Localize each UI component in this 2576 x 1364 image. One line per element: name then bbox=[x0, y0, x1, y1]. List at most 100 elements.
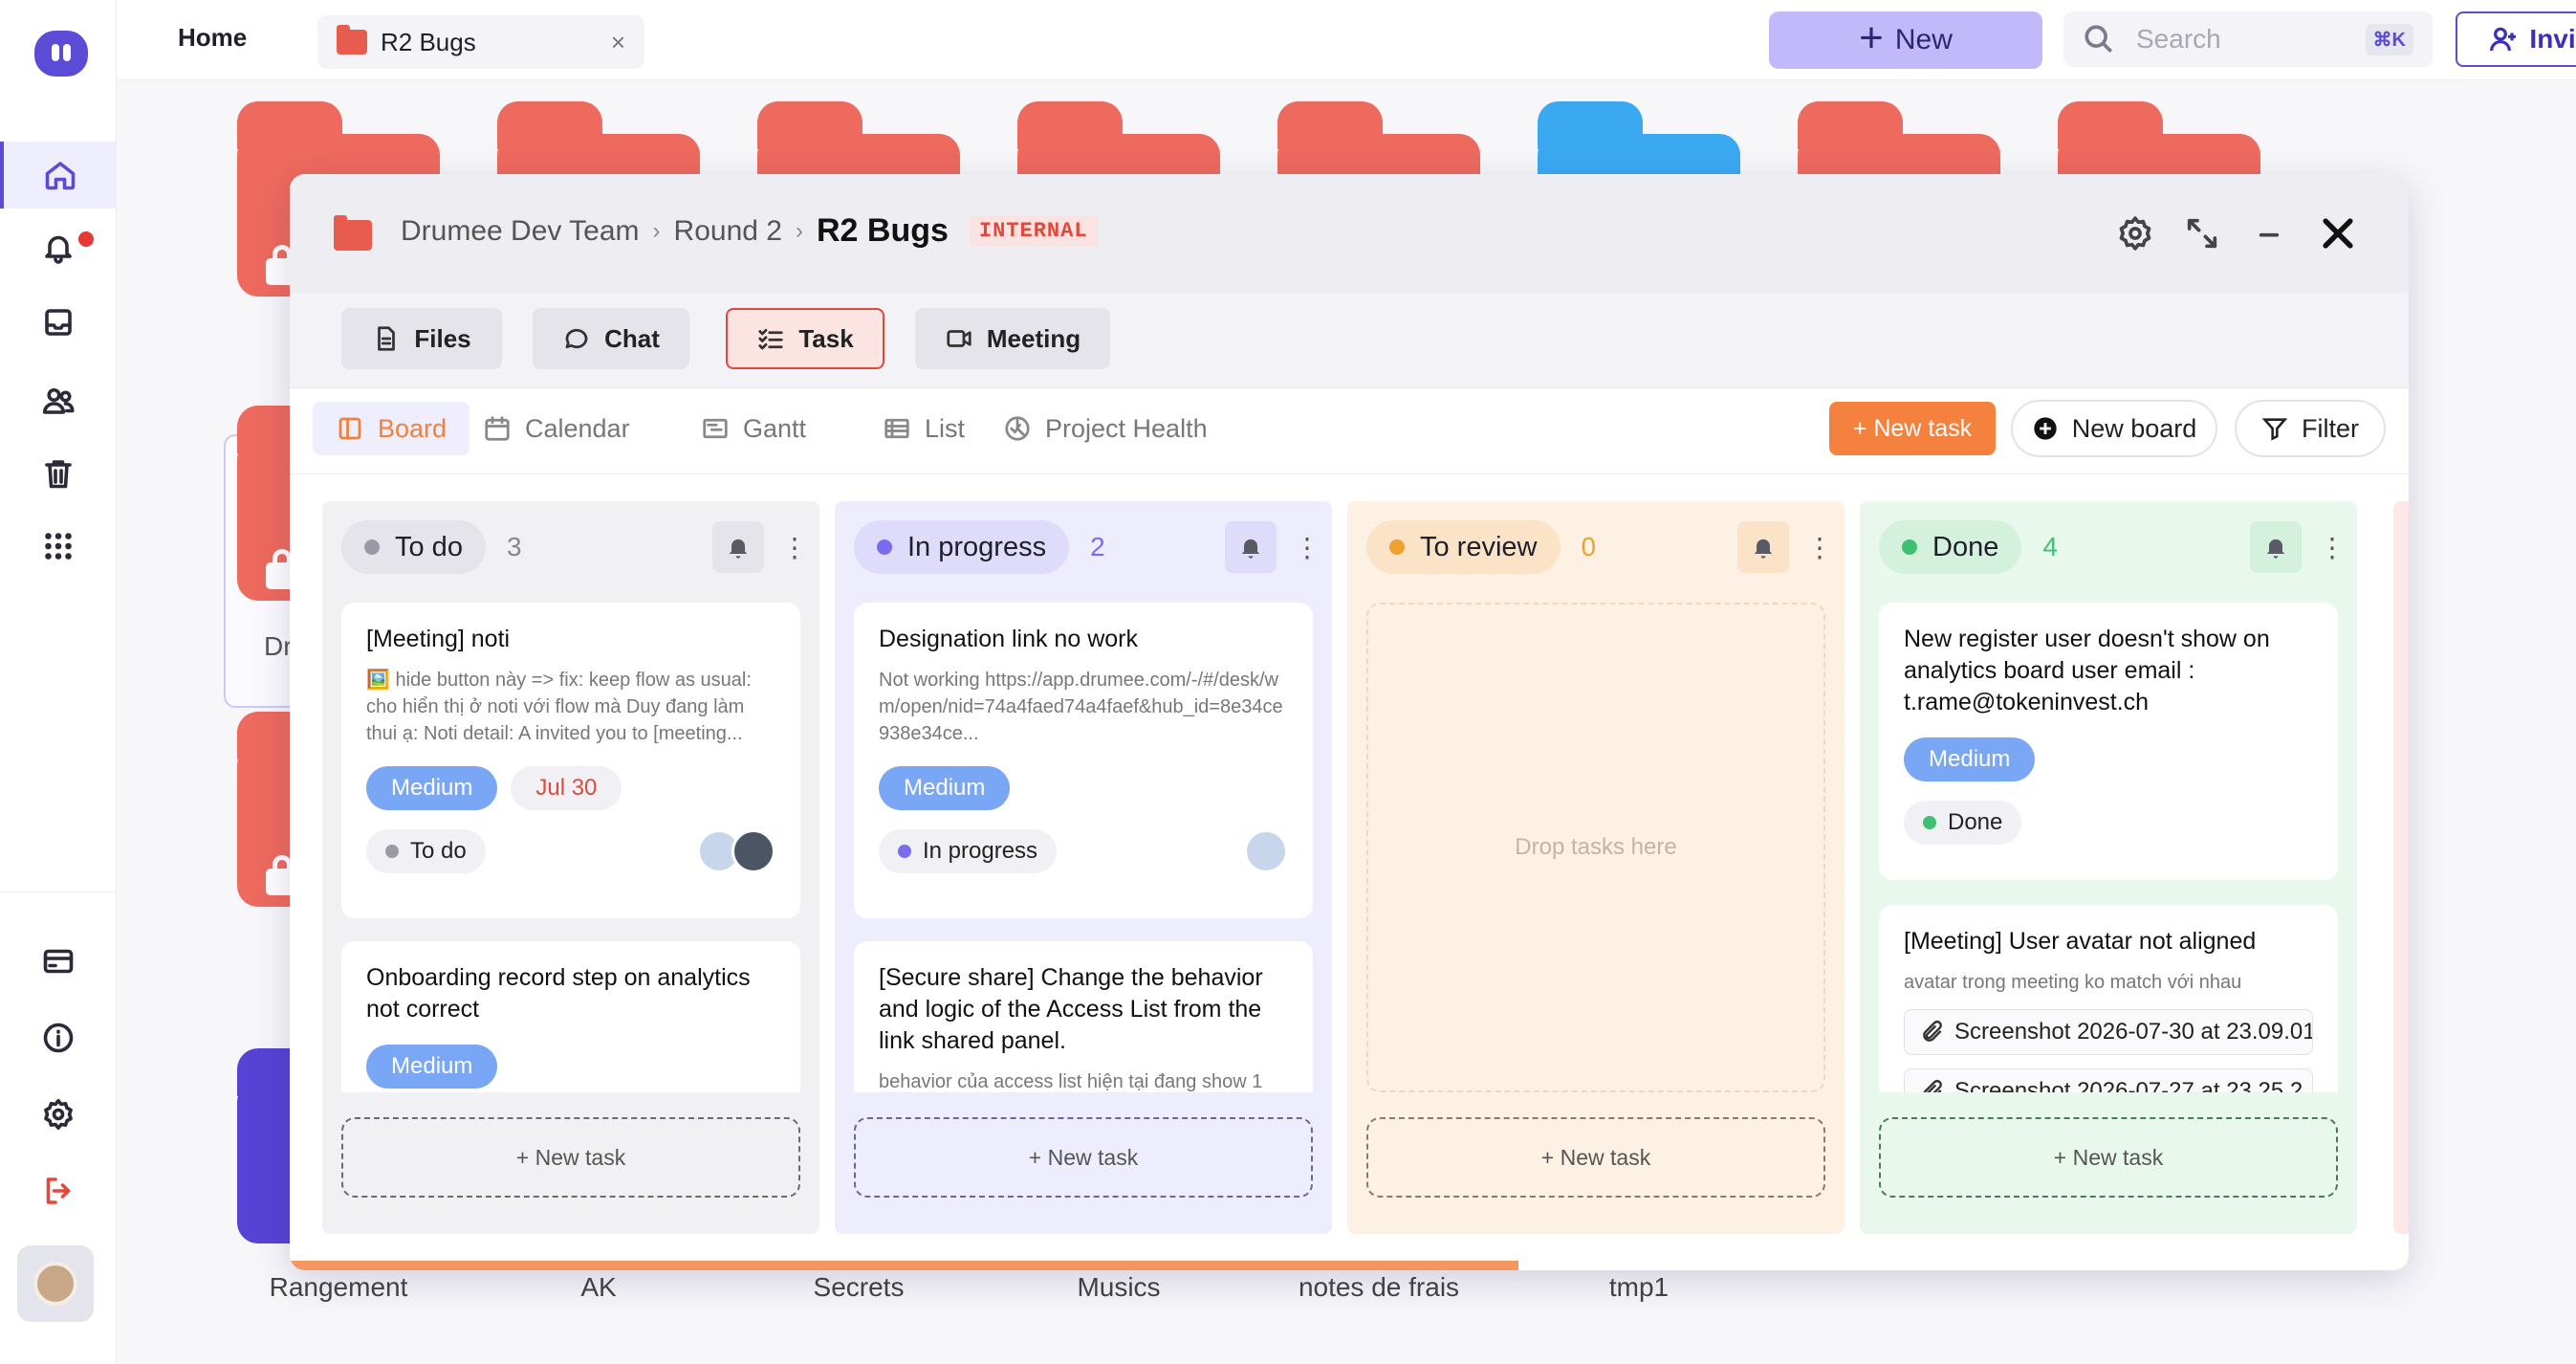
task-description: 🖼️ hide button này => fix: keep flow as … bbox=[366, 670, 752, 744]
open-window-tab[interactable]: R2 Bugs × bbox=[317, 15, 644, 69]
view-gantt[interactable]: Gantt bbox=[678, 402, 829, 455]
due-date-chip[interactable]: Jul 30 bbox=[511, 766, 622, 810]
close-icon[interactable] bbox=[2317, 212, 2359, 259]
column-header: To review 0 ⋮ bbox=[1366, 520, 1833, 574]
task-card[interactable]: [Meeting] noti 🖼️ hide button này => fix… bbox=[341, 603, 800, 918]
priority-chip[interactable]: Medium bbox=[879, 766, 1011, 810]
bell-icon[interactable] bbox=[0, 214, 117, 281]
column-header: Done 4 ⋮ bbox=[1879, 520, 2346, 574]
priority-chip[interactable]: Medium bbox=[366, 1045, 498, 1089]
attachment-item[interactable]: Screenshot 2026-07-30 at 23.09.01 bbox=[1904, 1009, 2313, 1055]
close-tab-icon[interactable]: × bbox=[611, 28, 625, 57]
drop-zone[interactable]: Drop tasks here bbox=[1366, 603, 1825, 1092]
settings-icon[interactable] bbox=[0, 1081, 117, 1148]
drumee-logo[interactable] bbox=[34, 31, 88, 77]
column-new-task-button[interactable]: + New task bbox=[854, 1117, 1313, 1198]
column-count: 3 bbox=[506, 532, 522, 561]
trash-icon[interactable] bbox=[0, 440, 117, 507]
tab-files[interactable]: Files bbox=[341, 308, 502, 369]
task-window: Drumee Dev Team › Round 2 › R2 Bugs INTE… bbox=[290, 174, 2409, 1270]
avatar[interactable] bbox=[731, 829, 775, 873]
task-status-chip[interactable]: To do bbox=[366, 829, 486, 873]
task-card[interactable]: New register user doesn't show on analyt… bbox=[1879, 603, 2338, 880]
desktop-folder-name: Secrets bbox=[813, 1272, 905, 1302]
task-card[interactable]: [Meeting] User avatar not aligned avatar… bbox=[1879, 905, 2338, 1092]
apps-icon[interactable] bbox=[0, 513, 117, 580]
column-status-pill[interactable]: To review bbox=[1366, 520, 1561, 574]
filter-label: Filter bbox=[2302, 413, 2359, 443]
bell-icon[interactable] bbox=[2250, 521, 2302, 573]
column-new-task-button[interactable]: + New task bbox=[1366, 1117, 1825, 1198]
new-button[interactable]: + New bbox=[1769, 11, 2042, 69]
desktop-folder-name: Musics bbox=[1077, 1272, 1161, 1302]
task-card[interactable]: Designation link no work Not working htt… bbox=[854, 603, 1313, 918]
window-header[interactable]: Drumee Dev Team › Round 2 › R2 Bugs INTE… bbox=[290, 174, 2409, 293]
view-calendar[interactable]: Calendar bbox=[460, 402, 653, 455]
task-title: Designation link no work bbox=[879, 626, 1138, 652]
search-input[interactable]: Search ⌘K bbox=[2063, 11, 2433, 67]
bell-icon[interactable] bbox=[1737, 521, 1789, 573]
team-icon[interactable] bbox=[0, 367, 117, 434]
filter-button[interactable]: Filter bbox=[2235, 400, 2386, 457]
avatar[interactable] bbox=[1244, 829, 1288, 873]
gear-icon[interactable] bbox=[2116, 214, 2154, 257]
home-link[interactable]: Home bbox=[178, 23, 247, 53]
column-name: To do bbox=[395, 531, 463, 562]
task-status-label: To do bbox=[410, 838, 467, 864]
more-options-icon[interactable]: ⋮ bbox=[1294, 532, 1321, 563]
window-title: R2 Bugs bbox=[816, 212, 949, 249]
bell-icon[interactable] bbox=[712, 521, 764, 573]
priority-chip[interactable]: Medium bbox=[366, 766, 498, 810]
priority-chip[interactable]: Medium bbox=[1904, 737, 2036, 781]
home-icon[interactable] bbox=[0, 142, 117, 209]
search-shortcut: ⌘K bbox=[2365, 23, 2413, 55]
breadcrumb-item[interactable]: Drumee Dev Team bbox=[401, 215, 640, 248]
task-description: avatar trong meeting ko match với nhau bbox=[1904, 972, 2242, 993]
task-status-chip[interactable]: In progress bbox=[879, 829, 1058, 873]
column-to-do: To do 3 ⋮ [Meeting] noti 🖼️ hide button … bbox=[322, 501, 819, 1234]
health-icon bbox=[1005, 416, 1030, 441]
next-column-edge bbox=[2393, 501, 2409, 1234]
column-header: To do 3 ⋮ bbox=[341, 520, 808, 574]
column-new-task-button[interactable]: + New task bbox=[1879, 1117, 2338, 1198]
column-status-pill[interactable]: Done bbox=[1879, 520, 2022, 574]
folder-icon bbox=[334, 215, 372, 251]
logout-icon[interactable] bbox=[0, 1157, 117, 1224]
view-project-health[interactable]: Project Health bbox=[980, 402, 1231, 455]
column-status-pill[interactable]: To do bbox=[341, 520, 486, 574]
new-board-button[interactable]: New board bbox=[2011, 400, 2217, 457]
more-options-icon[interactable]: ⋮ bbox=[2319, 532, 2346, 563]
task-card[interactable]: Onboarding record step on analytics not … bbox=[341, 941, 800, 1092]
more-options-icon[interactable]: ⋮ bbox=[1806, 532, 1833, 563]
breadcrumb-item[interactable]: Round 2 bbox=[674, 215, 782, 248]
column-name: In progress bbox=[907, 531, 1047, 562]
view-board[interactable]: Board bbox=[313, 402, 470, 455]
view-list[interactable]: List bbox=[860, 402, 988, 455]
new-task-button[interactable]: + New task bbox=[1829, 402, 1996, 455]
tab-task[interactable]: Task bbox=[726, 308, 884, 369]
billing-icon[interactable] bbox=[0, 928, 117, 995]
more-options-icon[interactable]: ⋮ bbox=[781, 532, 808, 563]
breadcrumb: Drumee Dev Team › Round 2 › R2 Bugs INTE… bbox=[401, 212, 1098, 250]
column-status-pill[interactable]: In progress bbox=[854, 520, 1070, 574]
column-new-task-button[interactable]: + New task bbox=[341, 1117, 800, 1198]
user-avatar[interactable] bbox=[17, 1245, 94, 1322]
paperclip-icon bbox=[1923, 1020, 1942, 1042]
attachment-item[interactable]: Screenshot 2026-07-27 at 23.25.2 bbox=[1904, 1068, 2313, 1092]
paperclip-icon bbox=[1923, 1079, 1942, 1092]
breadcrumb-separator: › bbox=[795, 217, 803, 244]
search-icon bbox=[2085, 25, 2113, 54]
tab-chat[interactable]: Chat bbox=[533, 308, 689, 369]
info-icon[interactable] bbox=[0, 1004, 117, 1071]
bell-icon[interactable] bbox=[1225, 521, 1277, 573]
plus-circle-icon bbox=[2034, 417, 2057, 440]
task-status-chip[interactable]: Done bbox=[1904, 801, 2022, 845]
column-header: In progress 2 ⋮ bbox=[854, 520, 1321, 574]
board-icon bbox=[338, 417, 361, 440]
inbox-icon[interactable] bbox=[0, 289, 117, 356]
tab-meeting[interactable]: Meeting bbox=[915, 308, 1110, 369]
expand-icon[interactable] bbox=[2183, 214, 2221, 257]
invite-button[interactable]: Invite bbox=[2456, 11, 2576, 67]
task-card[interactable]: [Secure share] Change the behavior and l… bbox=[854, 941, 1313, 1092]
minimize-icon[interactable] bbox=[2250, 214, 2288, 257]
